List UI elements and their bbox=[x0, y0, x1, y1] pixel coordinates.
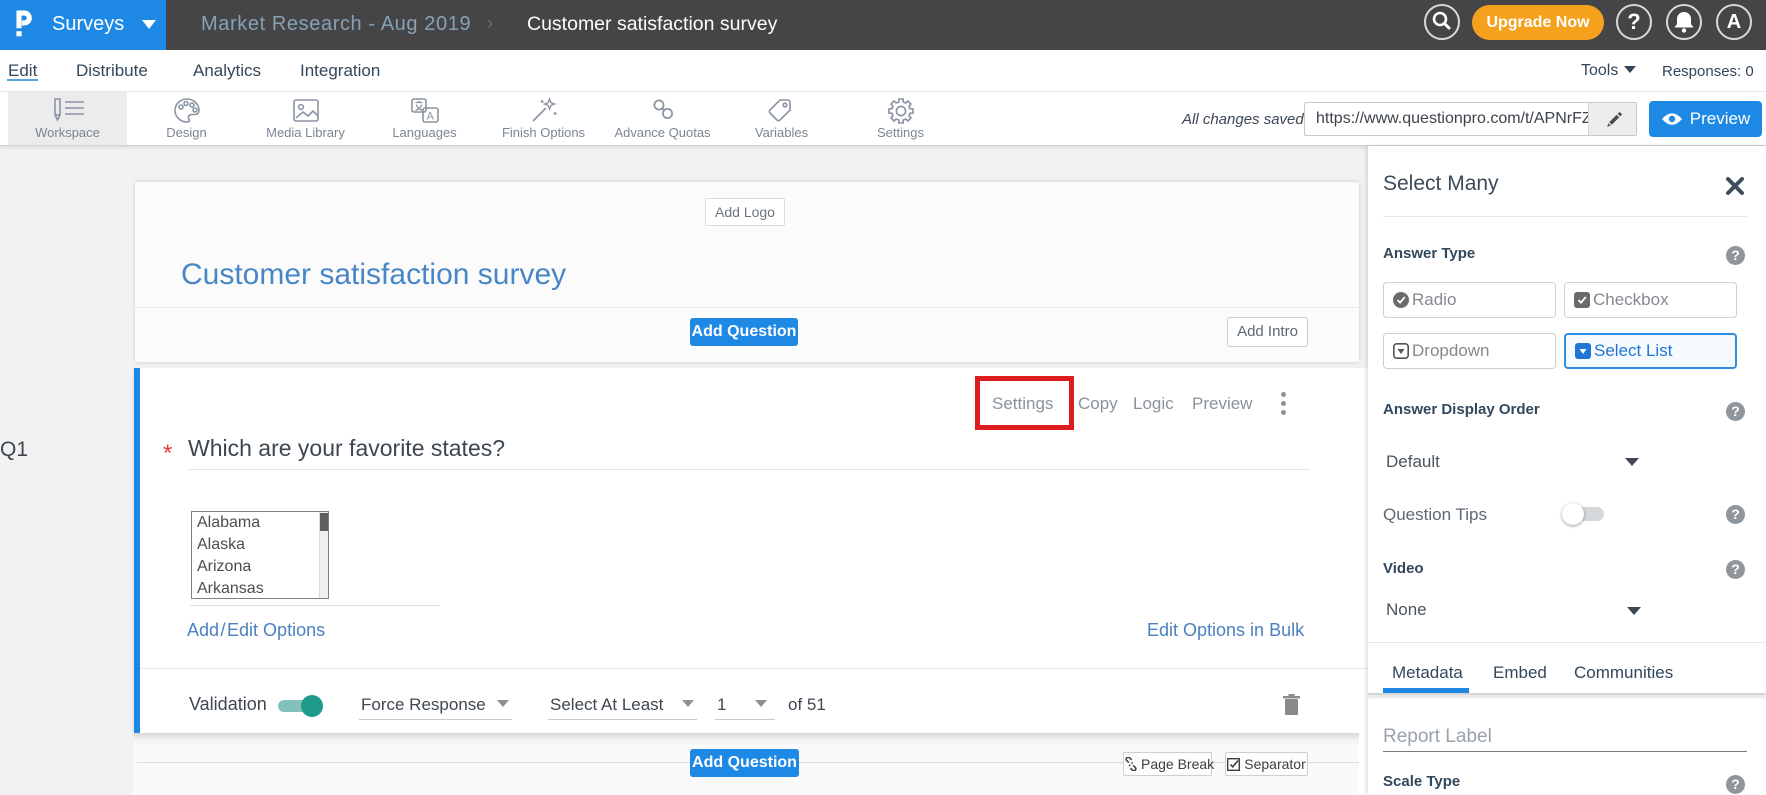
svg-text:A: A bbox=[426, 111, 434, 123]
